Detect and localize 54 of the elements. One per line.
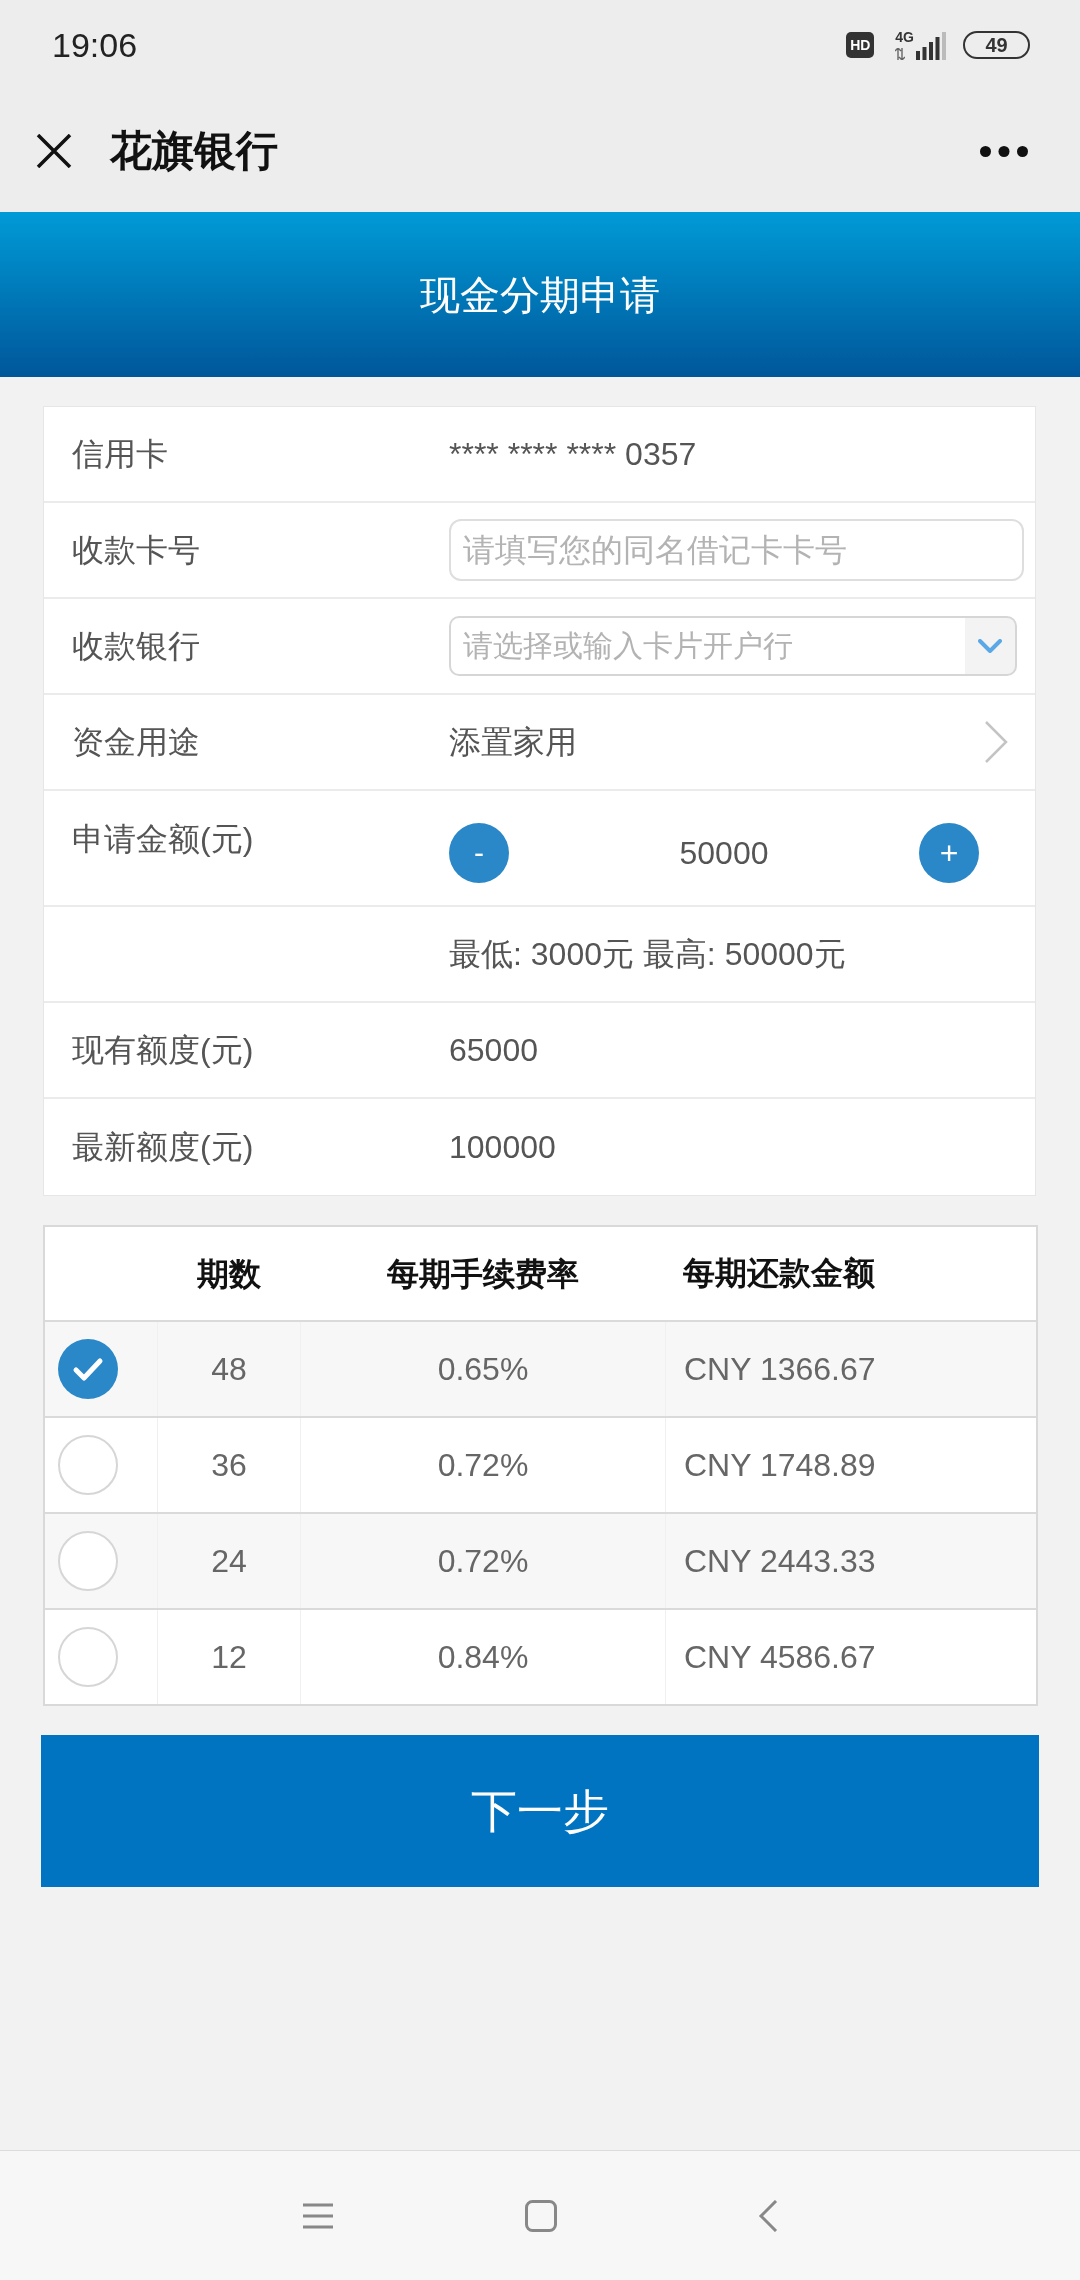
table-cell: CNY 1366.67 [684, 1353, 876, 1385]
menu-icon[interactable] [302, 2202, 334, 2229]
table-cell: 48 [211, 1353, 247, 1385]
field-label: 信用卡 [72, 436, 168, 472]
table-cell: 0.72% [437, 1449, 529, 1481]
status-time: 19:06 [52, 28, 138, 62]
radio-button[interactable] [58, 1627, 118, 1687]
radio-button[interactable] [58, 1339, 118, 1399]
table-cell: 36 [211, 1449, 247, 1481]
field-value: 65000 [449, 1031, 538, 1070]
close-icon[interactable] [36, 134, 72, 168]
field-label: 最新额度(元) [72, 1129, 254, 1165]
column-header: 每期还款金额 [683, 1254, 875, 1291]
table-cell: 0.84% [437, 1641, 529, 1673]
network-type-label: 4G [895, 30, 914, 44]
field-label: 收款银行 [72, 628, 200, 664]
amount-value: 50000 [678, 834, 770, 873]
page-title: 花旗银行 [110, 130, 278, 172]
table-row[interactable]: 48 0.65% CNY 1366.67 [45, 1320, 1036, 1416]
signal-icon [916, 32, 947, 60]
next-button[interactable]: 下一步 [41, 1735, 1039, 1887]
radio-button[interactable] [58, 1531, 118, 1591]
battery-indicator: 49 [963, 31, 1030, 59]
increase-button[interactable]: + [919, 823, 979, 883]
field-value: 100000 [449, 1128, 556, 1167]
table-cell: 12 [211, 1641, 247, 1673]
table-cell: CNY 4586.67 [684, 1641, 876, 1673]
field-value: 最低: 3000元 最高: 50000元 [449, 935, 846, 974]
field-label: 申请金额(元) [72, 821, 254, 857]
table-cell: CNY 2443.33 [684, 1545, 876, 1577]
field-value: **** **** **** 0357 [449, 435, 697, 474]
table-cell: 24 [211, 1545, 247, 1577]
field-label: 资金用途 [72, 724, 200, 760]
chevron-right-icon[interactable] [984, 721, 1008, 763]
table-row[interactable]: 24 0.72% CNY 2443.33 [45, 1512, 1036, 1608]
home-icon[interactable] [525, 2199, 557, 2232]
back-icon[interactable] [758, 2199, 778, 2232]
table-cell: CNY 1748.89 [684, 1449, 876, 1481]
radio-button[interactable] [58, 1435, 118, 1495]
field-label: 收款卡号 [72, 532, 200, 568]
column-header: 每期手续费率 [386, 1257, 579, 1290]
field-value: 添置家用 [449, 723, 578, 762]
card-number-input[interactable]: 请填写您的同名借记卡卡号 [449, 519, 1024, 581]
table-cell: 0.72% [437, 1545, 529, 1577]
hd-badge: HD [846, 32, 875, 58]
column-header: 期数 [196, 1257, 261, 1290]
more-icon[interactable] [980, 145, 1028, 157]
field-label: 现有额度(元) [72, 1032, 254, 1068]
table-cell: 0.65% [437, 1353, 529, 1385]
table-row[interactable]: 36 0.72% CNY 1748.89 [45, 1416, 1036, 1512]
decrease-button[interactable]: - [449, 823, 509, 883]
table-row[interactable]: 12 0.84% CNY 4586.67 [45, 1608, 1036, 1704]
data-arrows-icon [895, 48, 906, 60]
banner-title: 现金分期申请 [420, 274, 660, 315]
